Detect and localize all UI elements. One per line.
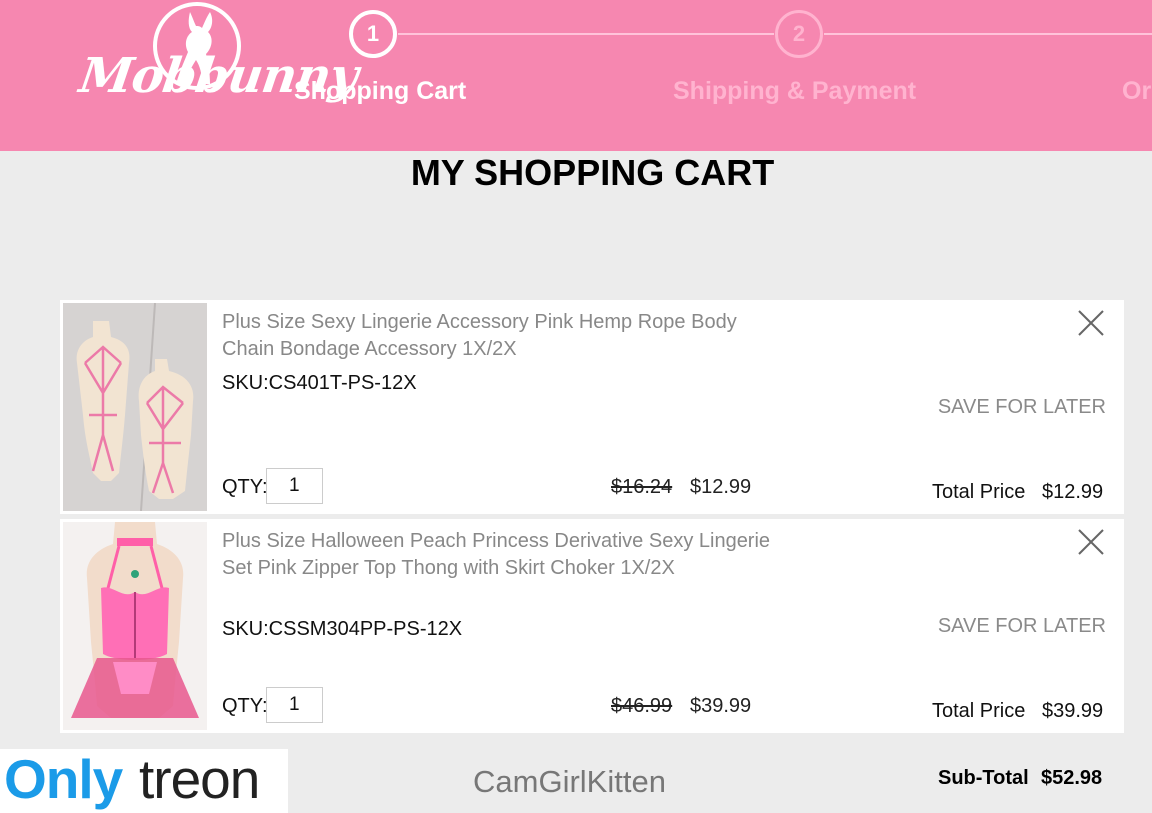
original-price: $46.99	[611, 695, 673, 717]
step-1-circle: 1	[349, 10, 397, 58]
watermark-text-only: Only	[4, 748, 123, 810]
total-price-value: $39.99	[1042, 700, 1104, 722]
step-connector-2	[824, 33, 1152, 35]
lingerie-set-product-icon	[63, 522, 207, 730]
remove-item-icon[interactable]	[1076, 308, 1106, 338]
save-for-later-button[interactable]: SAVE FOR LATER	[938, 615, 1106, 638]
body-chain-product-icon	[63, 303, 207, 511]
cart-item: Plus Size Halloween Peach Princess Deriv…	[60, 519, 1124, 733]
total-price-label: Total Price	[932, 700, 1026, 722]
step-2-circle: 2	[775, 10, 823, 58]
step-2-label[interactable]: Shipping & Payment	[673, 77, 916, 106]
product-sku: SKU:CS401T-PS-12X	[222, 372, 417, 394]
cart-item: Plus Size Sexy Lingerie Accessory Pink H…	[60, 300, 1124, 514]
original-price: $16.24	[611, 476, 673, 498]
sale-price: $12.99	[690, 476, 752, 498]
checkout-header: Mobbunny 1 Shopping Cart 2 Shipping & Pa…	[0, 0, 1152, 151]
page-title: MY SHOPPING CART	[410, 152, 775, 193]
total-price-value: $12.99	[1042, 481, 1104, 503]
product-name[interactable]: Plus Size Sexy Lingerie Accessory Pink H…	[222, 309, 782, 363]
quantity-input[interactable]	[266, 687, 323, 723]
save-for-later-button[interactable]: SAVE FOR LATER	[938, 396, 1106, 419]
qty-label: QTY:	[222, 695, 268, 717]
remove-item-icon[interactable]	[1076, 527, 1106, 557]
step-1-label[interactable]: Shopping Cart	[294, 77, 466, 106]
qty-label: QTY:	[222, 476, 268, 498]
watermark-text-treon: treon	[139, 748, 260, 810]
step-3-label[interactable]: Or	[1122, 77, 1151, 106]
sale-price: $39.99	[690, 695, 752, 717]
product-image[interactable]	[63, 522, 207, 730]
watermark-username: CamGirlKitten	[473, 764, 666, 799]
quantity-input[interactable]	[266, 468, 323, 504]
product-image[interactable]	[63, 303, 207, 511]
product-sku: SKU:CSSM304PP-PS-12X	[222, 618, 463, 640]
product-name[interactable]: Plus Size Halloween Peach Princess Deriv…	[222, 528, 782, 582]
brand-logo[interactable]: Mobbunny	[76, 0, 361, 125]
subtotal-value: $52.98	[1041, 767, 1103, 789]
watermark-logo: Only treon	[0, 748, 288, 813]
step-connector-1	[398, 33, 774, 35]
total-price-label: Total Price	[932, 481, 1026, 503]
subtotal-label: Sub-Total	[938, 767, 1029, 789]
